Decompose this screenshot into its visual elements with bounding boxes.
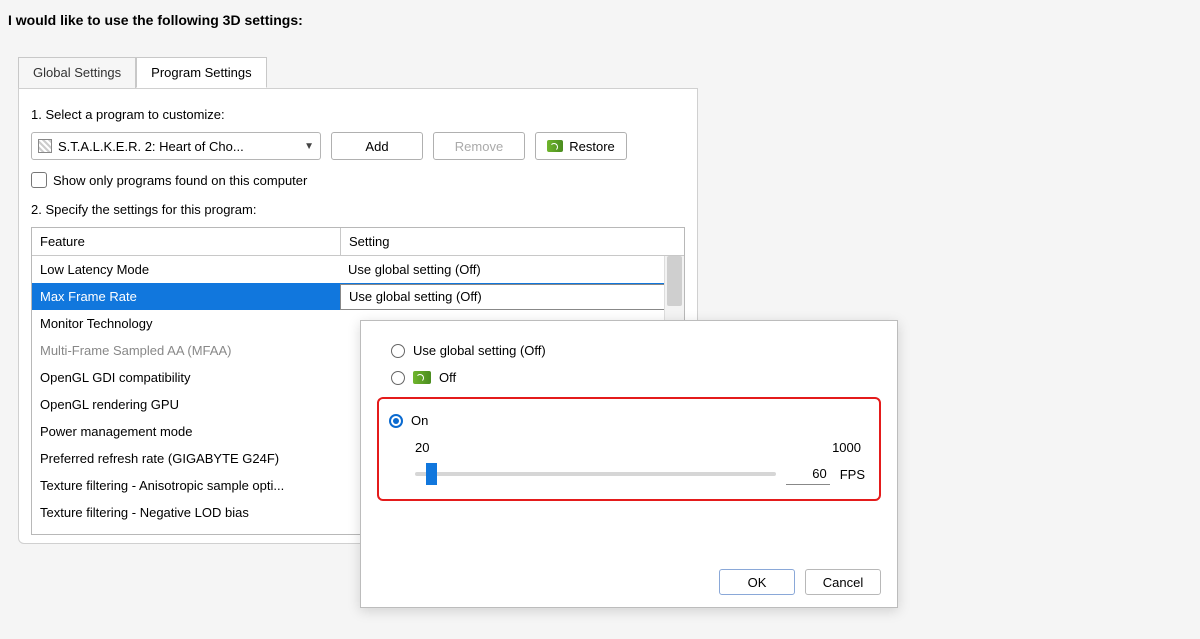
program-select-text: S.T.A.L.K.E.R. 2: Heart of Cho...: [58, 139, 298, 154]
slider-min-label: 20: [415, 440, 429, 455]
feature-cell: Texture filtering - Anisotropic sample o…: [32, 474, 340, 497]
nvidia-icon: [547, 140, 563, 152]
restore-button[interactable]: Restore: [535, 132, 627, 160]
option-on[interactable]: On: [389, 413, 869, 428]
option-use-global[interactable]: Use global setting (Off): [391, 343, 881, 358]
option-off-label: Off: [439, 370, 456, 385]
step2-label: 2. Specify the settings for this program…: [31, 202, 685, 217]
table-row[interactable]: Max Frame RateUse global setting (Off)▼: [32, 283, 684, 310]
header-setting[interactable]: Setting: [340, 228, 684, 255]
feature-cell: Power management mode: [32, 420, 340, 443]
tab-program-settings[interactable]: Program Settings: [136, 57, 266, 88]
feature-cell: Max Frame Rate: [32, 285, 340, 308]
setting-cell: Use global setting (Off): [341, 285, 665, 308]
table-header: Feature Setting: [32, 228, 684, 256]
fps-unit-label: FPS: [840, 467, 865, 482]
program-icon: [38, 139, 52, 153]
option-use-global-label: Use global setting (Off): [413, 343, 546, 358]
radio-use-global[interactable]: [391, 344, 405, 358]
header-feature[interactable]: Feature: [32, 228, 340, 255]
fps-slider-thumb[interactable]: [426, 463, 437, 485]
slider-max-label: 1000: [832, 440, 861, 455]
option-on-label: On: [411, 413, 428, 428]
ok-button[interactable]: OK: [719, 569, 795, 595]
show-only-checkbox[interactable]: [31, 172, 47, 188]
page-title: I would like to use the following 3D set…: [0, 0, 1200, 36]
radio-off[interactable]: [391, 371, 405, 385]
max-frame-rate-popover: Use global setting (Off) Off On 20 1000 …: [360, 320, 898, 608]
remove-button[interactable]: Remove: [433, 132, 525, 160]
fps-slider[interactable]: [415, 472, 776, 476]
program-select-dropdown[interactable]: S.T.A.L.K.E.R. 2: Heart of Cho... ▼: [31, 132, 321, 160]
table-row[interactable]: Low Latency ModeUse global setting (Off): [32, 256, 684, 283]
feature-cell: OpenGL rendering GPU: [32, 393, 340, 416]
cancel-button[interactable]: Cancel: [805, 569, 881, 595]
show-only-label: Show only programs found on this compute…: [53, 173, 307, 188]
chevron-down-icon: ▼: [304, 141, 314, 152]
option-off[interactable]: Off: [391, 370, 881, 385]
step1-label: 1. Select a program to customize:: [31, 107, 685, 122]
feature-cell: Preferred refresh rate (GIGABYTE G24F): [32, 447, 340, 470]
feature-cell: Multi-Frame Sampled AA (MFAA): [32, 339, 340, 362]
fps-input[interactable]: [786, 463, 830, 485]
on-option-highlight: On 20 1000 FPS: [377, 397, 881, 501]
feature-cell: Monitor Technology: [32, 312, 340, 335]
feature-cell: Texture filtering - Negative LOD bias: [32, 501, 340, 524]
radio-on[interactable]: [389, 414, 403, 428]
tabs: Global Settings Program Settings: [18, 56, 267, 87]
tab-global-settings[interactable]: Global Settings: [18, 57, 136, 88]
nvidia-icon: [413, 371, 431, 384]
feature-cell: OpenGL GDI compatibility: [32, 366, 340, 389]
setting-cell: Use global setting (Off): [340, 258, 684, 281]
scrollbar-thumb[interactable]: [667, 256, 682, 306]
restore-label: Restore: [569, 139, 615, 154]
feature-cell: Low Latency Mode: [32, 258, 340, 281]
add-button[interactable]: Add: [331, 132, 423, 160]
